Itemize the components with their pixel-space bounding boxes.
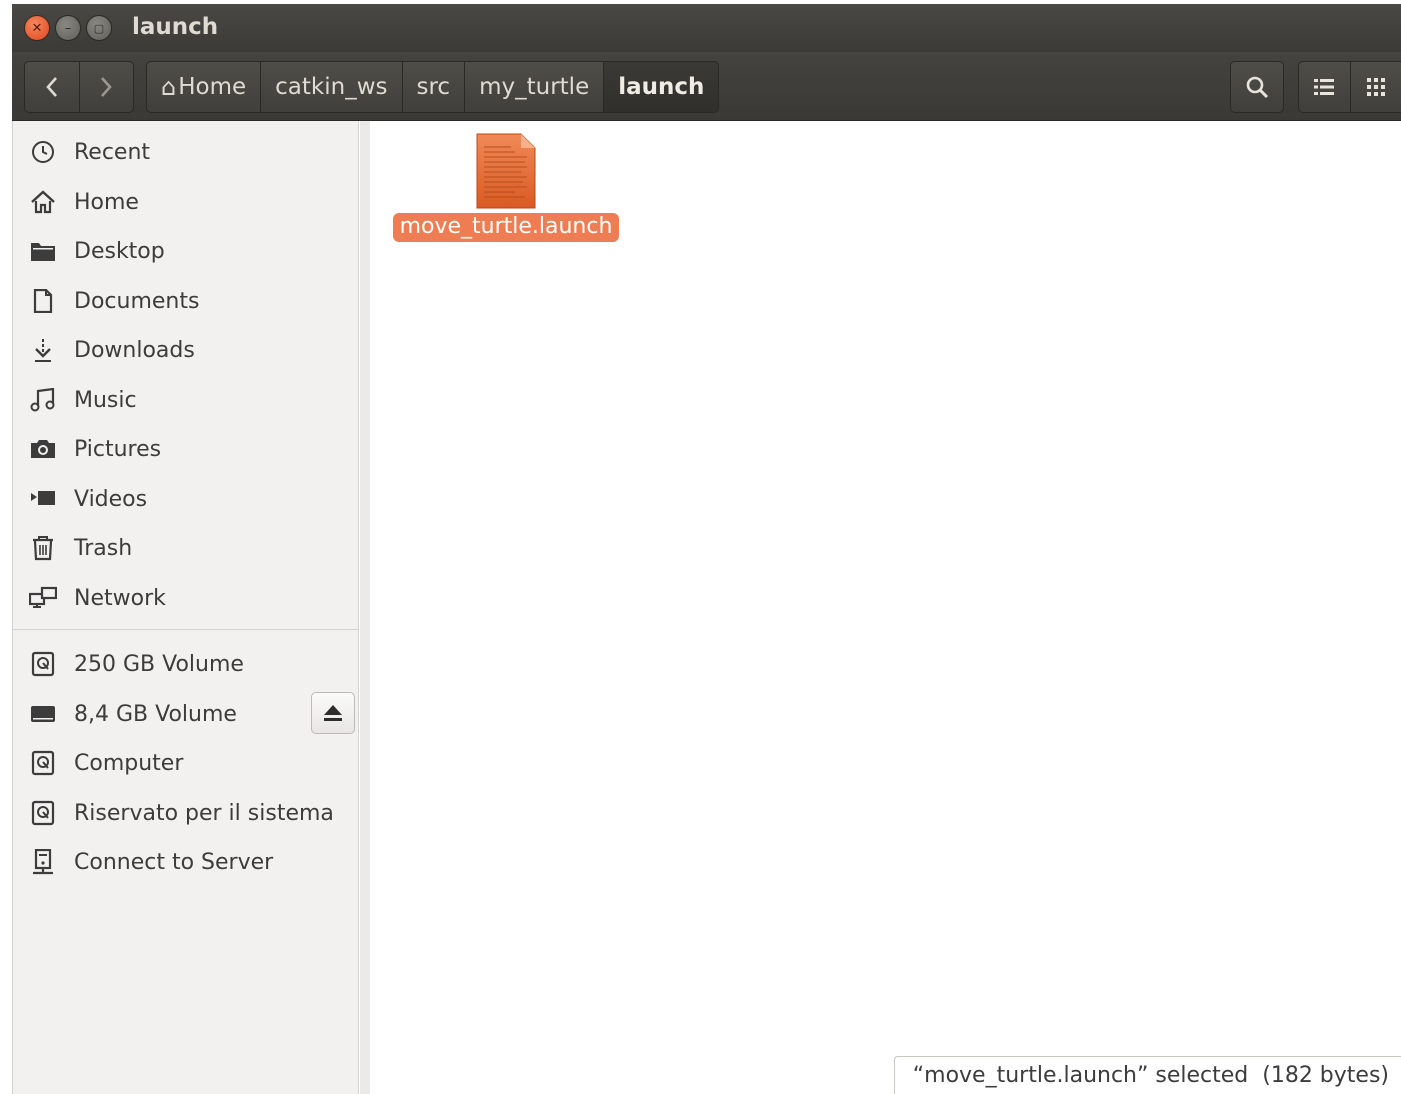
list-view-icon	[1314, 79, 1335, 95]
sidebar-item-home[interactable]: Home	[13, 180, 359, 224]
sidebar-item-recent[interactable]: Recent	[13, 130, 359, 174]
toolbar: ⌂ Home catkin_ws src my_turtle launch	[12, 52, 1401, 121]
minimize-window-button[interactable]: –	[55, 15, 81, 41]
sidebar-item-250gb-volume[interactable]: 250 GB Volume	[13, 642, 359, 686]
minimize-icon: –	[64, 20, 72, 36]
title-bar: ✕ – ▢ launch	[12, 4, 1401, 52]
breadcrumb-src[interactable]: src	[403, 62, 466, 112]
sidebar-item-pictures[interactable]: Pictures	[13, 427, 359, 471]
sidebar-item-computer[interactable]: Computer	[13, 741, 359, 785]
text-file-icon	[475, 133, 537, 209]
status-bar: “move_turtle.launch” selected (182 bytes…	[893, 1056, 1401, 1094]
sidebar-item-music[interactable]: Music	[13, 378, 359, 422]
folder-icon	[28, 240, 58, 262]
navigation-buttons	[24, 61, 134, 113]
status-text: “move_turtle.launch” selected (182 bytes…	[912, 1063, 1389, 1088]
home-icon	[28, 190, 58, 214]
sidebar-item-connect-to-server[interactable]: Connect to Server	[13, 840, 359, 884]
back-button[interactable]	[25, 62, 79, 112]
home-icon: ⌂	[161, 73, 177, 101]
sidebar-item-riservato[interactable]: Riservato per il sistema	[13, 791, 359, 835]
file-name-label: move_turtle.launch	[392, 213, 620, 242]
maximize-window-button[interactable]: ▢	[86, 15, 112, 41]
drive-icon	[28, 750, 58, 776]
camera-icon	[28, 438, 58, 460]
sidebar: Recent Home Desktop Documents Downloads	[12, 121, 359, 1094]
sidebar-item-downloads[interactable]: Downloads	[13, 328, 359, 372]
file-item[interactable]: move_turtle.launch	[388, 133, 624, 242]
video-icon	[28, 489, 58, 509]
breadcrumb-my-turtle[interactable]: my_turtle	[465, 62, 605, 112]
list-view-button[interactable]	[1299, 62, 1350, 112]
drive-icon	[28, 800, 58, 826]
sidebar-item-videos[interactable]: Videos	[13, 477, 359, 521]
close-icon: ✕	[31, 20, 43, 36]
file-manager-window: ✕ – ▢ launch ⌂ Home catkin_ws src my_tur…	[12, 4, 1401, 1094]
music-icon	[28, 388, 58, 412]
trash-icon	[28, 535, 58, 561]
download-icon	[28, 337, 58, 363]
sidebar-item-documents[interactable]: Documents	[13, 279, 359, 323]
file-view[interactable]: move_turtle.launch “move_turtle.launch” …	[370, 121, 1401, 1094]
network-icon	[28, 586, 58, 610]
server-icon	[28, 849, 58, 875]
forward-button[interactable]	[78, 62, 134, 112]
breadcrumb: ⌂ Home catkin_ws src my_turtle launch	[146, 61, 720, 113]
maximize-icon: ▢	[93, 21, 105, 35]
window-title: launch	[132, 14, 219, 40]
sidebar-item-8gb-volume[interactable]: 8,4 GB Volume	[13, 692, 359, 736]
search-button[interactable]	[1230, 61, 1284, 113]
breadcrumb-launch[interactable]: launch	[604, 62, 719, 112]
breadcrumb-catkin-ws[interactable]: catkin_ws	[261, 62, 403, 112]
search-icon	[1246, 76, 1269, 99]
sidebar-item-network[interactable]: Network	[13, 576, 359, 620]
clock-icon	[28, 140, 58, 164]
sidebar-item-desktop[interactable]: Desktop	[13, 229, 359, 273]
chevron-right-icon	[101, 77, 112, 97]
close-window-button[interactable]: ✕	[24, 15, 50, 41]
removable-drive-icon	[28, 703, 58, 725]
grid-view-button[interactable]	[1349, 62, 1401, 112]
view-toggle	[1298, 61, 1401, 113]
breadcrumb-home[interactable]: ⌂ Home	[147, 62, 262, 112]
eject-icon	[324, 705, 342, 721]
grid-view-icon	[1366, 78, 1385, 96]
sidebar-divider	[13, 629, 359, 630]
drive-icon	[28, 651, 58, 677]
chevron-left-icon	[46, 77, 57, 97]
sidebar-item-trash[interactable]: Trash	[13, 526, 359, 570]
document-icon	[28, 289, 58, 313]
eject-button[interactable]	[311, 692, 355, 734]
sidebar-resize-handle[interactable]	[360, 121, 370, 1094]
